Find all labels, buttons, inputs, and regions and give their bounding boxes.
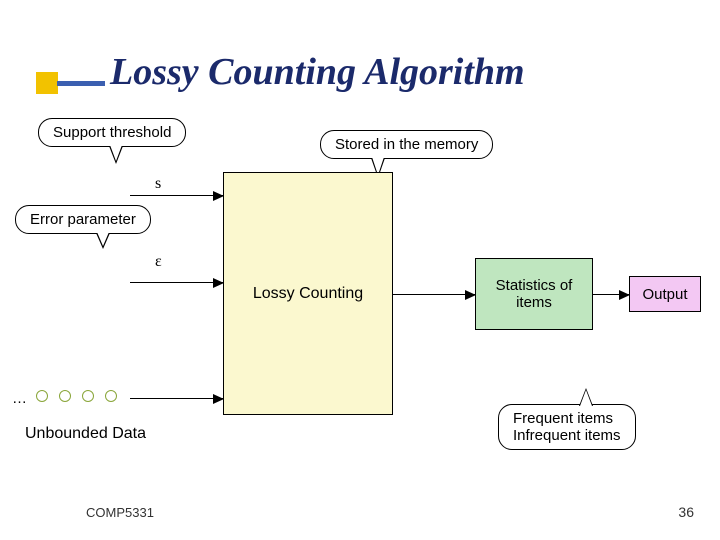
arrow-data-input <box>130 398 223 399</box>
box-label: Lossy Counting <box>253 285 363 303</box>
box-output: Output <box>629 276 701 312</box>
arrow-to-output <box>593 294 629 295</box>
box-label-line2: items <box>496 294 573 311</box>
ellipsis-label: … <box>12 390 27 407</box>
box-lossy-counting: Lossy Counting <box>223 172 393 415</box>
box-label-line1: Statistics of <box>496 277 573 294</box>
unbounded-data-label: Unbounded Data <box>25 425 146 443</box>
arrow-s-input <box>130 195 223 196</box>
callout-frequent-items: Frequent items Infrequent items <box>498 404 636 450</box>
accent-square <box>36 72 58 94</box>
data-stream-icon <box>36 390 117 402</box>
callout-label: Stored in the memory <box>335 136 478 153</box>
accent-bar <box>57 81 105 86</box>
arrow-to-stats <box>393 294 475 295</box>
box-label: Output <box>642 286 687 303</box>
callout-label: Support threshold <box>53 124 171 141</box>
box-statistics: Statistics of items <box>475 258 593 330</box>
callout-line2: Infrequent items <box>513 427 621 444</box>
callout-label: Error parameter <box>30 211 136 228</box>
callout-stored-in-memory: Stored in the memory <box>320 130 493 159</box>
accent-bars <box>36 72 105 94</box>
callout-error-parameter: Error parameter <box>15 205 151 234</box>
footer-page-number: 36 <box>678 504 694 520</box>
footer-course-code: COMP5331 <box>86 505 154 520</box>
arrow-eps-input <box>130 282 223 283</box>
callout-support-threshold: Support threshold <box>38 118 186 147</box>
param-s-label: s <box>155 175 161 193</box>
slide-title: Lossy Counting Algorithm <box>110 50 525 94</box>
callout-line1: Frequent items <box>513 410 621 427</box>
param-epsilon-label: ε <box>155 253 162 271</box>
